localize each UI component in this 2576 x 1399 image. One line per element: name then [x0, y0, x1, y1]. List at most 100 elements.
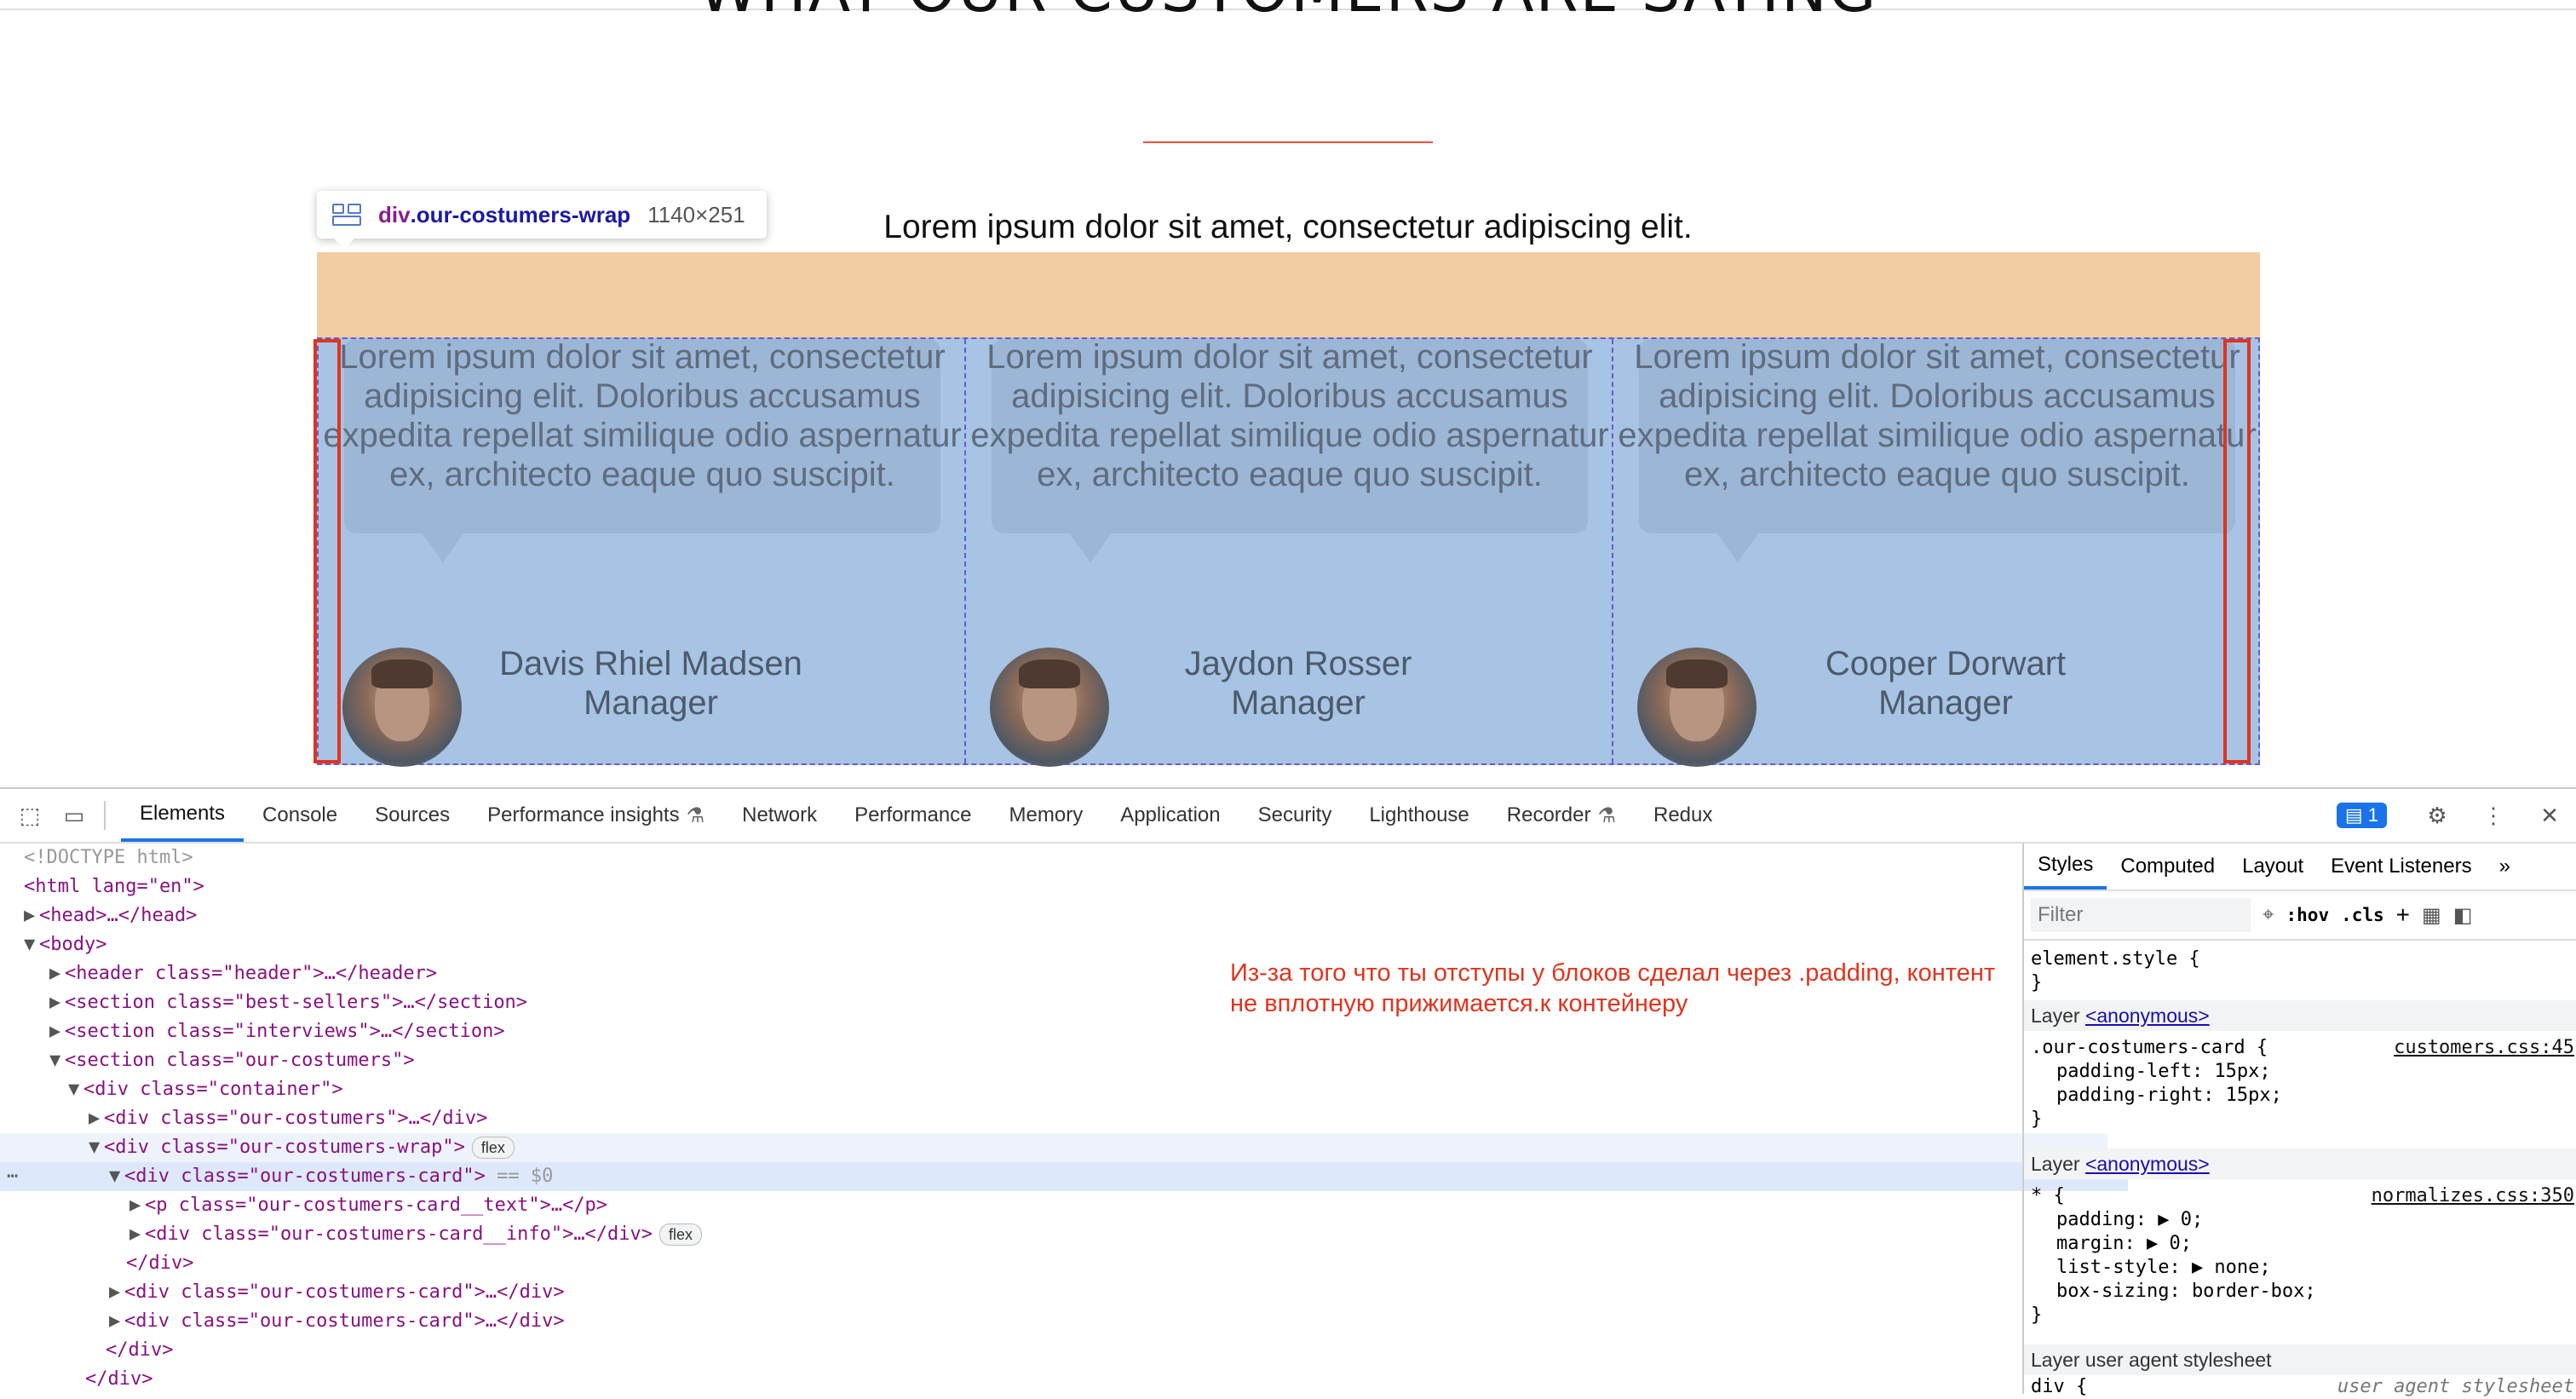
tooltip-tag: div [378, 201, 411, 227]
dom-node[interactable]: ▶ <div class="our-costumers">…</div> [0, 1104, 2107, 1133]
tooltip-size: 1140×251 [647, 201, 745, 227]
ua-layer-label: Layer user agent stylesheet [2024, 1344, 2576, 1375]
cls-button[interactable]: .cls [2341, 905, 2384, 925]
inspect-element-icon[interactable]: ⬚ [15, 801, 44, 830]
dom-node[interactable]: ▼ <div class="container"> [0, 1075, 2087, 1104]
element-style-selector[interactable]: element.style { [2024, 947, 2576, 971]
tab-styles[interactable]: Styles [2024, 843, 2107, 889]
layer-anonymous-1: Layer <anonymous> .our-costumers-card {c… [2024, 1000, 2576, 1131]
dom-node[interactable]: <html lang="en"> [0, 872, 2043, 901]
node-actions-icon[interactable]: ⋯ [7, 1162, 18, 1191]
paint-icon[interactable]: ▦ [2422, 903, 2441, 928]
customer-card: Lorem ipsum dolor sit amet, consectetur … [319, 338, 966, 767]
dom-node[interactable]: ▼ <section class="our-costumers"> [0, 1046, 2068, 1075]
customer-role: Manager [1231, 684, 1366, 722]
dom-node-hovered[interactable]: ▼ <div class="our-costumers-wrap"> flex [0, 1133, 2107, 1162]
tab-memory[interactable]: Memory [991, 789, 1102, 842]
tab-security[interactable]: Security [1239, 789, 1351, 842]
tab-computed[interactable]: Computed [2107, 843, 2228, 889]
tab-console[interactable]: Console [244, 789, 356, 842]
customer-role: Manager [1878, 684, 2013, 722]
expand-arrow-icon[interactable]: ▶ [109, 1278, 124, 1307]
dom-node[interactable]: ▼ <body> [0, 930, 2043, 959]
ua-selector[interactable]: div {user agent stylesheet [2024, 1375, 2576, 1399]
tab-event-listeners[interactable]: Event Listeners [2317, 843, 2485, 889]
css-property[interactable]: padding-right: 15px; [2024, 1084, 2576, 1108]
avatar [1637, 648, 1757, 767]
toolbar-separator [104, 801, 106, 830]
expand-arrow-icon[interactable]: ▶ [49, 1017, 65, 1046]
selected-marker: == $0 [497, 1166, 554, 1187]
flask-icon: ⚗ [686, 803, 705, 827]
collapse-arrow-icon[interactable]: ▼ [24, 930, 39, 959]
add-rule-icon[interactable]: + [2396, 901, 2410, 929]
dom-node[interactable]: <!DOCTYPE html> [0, 843, 2043, 872]
tab-performance-insights[interactable]: Performance insights ⚗ [469, 789, 723, 842]
tab-lighthouse[interactable]: Lighthouse [1350, 789, 1487, 842]
collapse-arrow-icon[interactable]: ▼ [68, 1075, 83, 1104]
hov-button[interactable]: :hov [2286, 905, 2330, 925]
more-menu-icon[interactable]: ⋮ [2479, 801, 2508, 830]
dom-node[interactable]: </div> [0, 1365, 2104, 1394]
toggle-renderer-icon[interactable]: ⌖ [2263, 903, 2274, 927]
flask-icon: ⚗ [1597, 803, 1616, 827]
more-tabs-icon[interactable]: » [2486, 843, 2524, 889]
rule1-selector[interactable]: .our-costumers-card {customers.css:45 [2024, 1036, 2576, 1060]
dom-node[interactable]: </div> [0, 1249, 2145, 1278]
tab-elements[interactable]: Elements [121, 789, 244, 842]
anonymous-layer-link[interactable]: <anonymous> [2085, 1153, 2210, 1175]
tab-performance[interactable]: Performance [836, 789, 990, 842]
css-property[interactable]: box-sizing: border-box; [2024, 1280, 2576, 1304]
reviewer-comment: Из-за того что ты отступы у блоков сдела… [1230, 959, 1996, 1017]
collapse-arrow-icon[interactable]: ▼ [49, 1046, 65, 1075]
expand-arrow-icon[interactable]: ▶ [49, 959, 65, 988]
flex-badge[interactable]: flex [471, 1137, 515, 1159]
message-icon: ▤ [2344, 804, 2363, 826]
dom-node[interactable]: </div> [0, 1336, 2125, 1365]
css-property[interactable]: list-style: ▶ none; [2024, 1256, 2576, 1280]
expand-arrow-icon[interactable]: ▶ [24, 901, 39, 930]
css-property[interactable]: margin: ▶ 0; [2024, 1232, 2576, 1256]
css-property[interactable]: padding: ▶ 0; [2024, 1208, 2576, 1232]
toggle-sidebar-icon[interactable]: ◧ [2453, 903, 2473, 928]
dom-node[interactable]: ▶ <div class="our-costumers-card">…</div> [0, 1278, 2128, 1307]
rule2-selector[interactable]: * {normalizes.css:350 [2024, 1184, 2576, 1208]
tab-recorder[interactable]: Recorder ⚗ [1488, 789, 1635, 842]
collapse-arrow-icon[interactable]: ▼ [109, 1162, 124, 1191]
flex-badge[interactable]: flex [659, 1223, 703, 1246]
customer-name-text: Jaydon Rosser [1184, 645, 1412, 682]
expand-arrow-icon[interactable]: ▶ [129, 1220, 145, 1249]
expand-arrow-icon[interactable]: ▶ [49, 988, 65, 1017]
tab-network[interactable]: Network [723, 789, 836, 842]
issues-badge[interactable]: ▤ 1 [2336, 803, 2387, 828]
tab-application[interactable]: Application [1101, 789, 1239, 842]
layer-label: Layer <anonymous> [2024, 1000, 2576, 1031]
card-text: Lorem ipsum dolor sit amet, consectetur … [323, 338, 962, 493]
dom-node[interactable]: ▶ <head>…</head> [0, 901, 2043, 930]
expand-arrow-icon[interactable]: ▶ [129, 1191, 145, 1220]
dom-node[interactable]: ▶ <section class="interviews">…</section> [0, 1017, 2068, 1046]
device-toolbar-icon[interactable]: ▭ [60, 801, 89, 830]
dom-node[interactable]: ▶ <p class="our-costumers-card__text">…</… [0, 1191, 2148, 1220]
rule1-source-link[interactable]: customers.css:45 [2394, 1036, 2574, 1060]
anonymous-layer-link[interactable]: <anonymous> [2085, 1005, 2210, 1027]
tab-layout[interactable]: Layout [2228, 843, 2317, 889]
dom-node-selected[interactable]: ⋯ ▼ <div class="our-costumers-card"> == $0 [0, 1162, 2128, 1191]
collapse-arrow-icon[interactable]: ▼ [89, 1133, 104, 1162]
rule-close: } [2031, 1108, 2043, 1130]
customer-role: Manager [584, 684, 718, 722]
tab-redux[interactable]: Redux [1635, 789, 1731, 842]
rule2-source-link[interactable]: normalizes.css:350 [2372, 1184, 2574, 1208]
tab-sources[interactable]: Sources [356, 789, 469, 842]
close-icon[interactable]: ✕ [2535, 801, 2564, 830]
styles-filter-input[interactable]: Filter [2031, 898, 2251, 932]
gear-icon[interactable]: ⚙ [2423, 801, 2452, 830]
card-text: Lorem ipsum dolor sit amet, consectetur … [1618, 338, 2257, 493]
customer-card: Lorem ipsum dolor sit amet, consectetur … [966, 338, 1613, 767]
dom-node[interactable]: ▶ <div class="our-costumers-card">…</div> [0, 1307, 2128, 1336]
expand-arrow-icon[interactable]: ▶ [89, 1104, 104, 1133]
dom-node[interactable]: ▶ <div class="our-costumers-card__info">…… [0, 1220, 2148, 1249]
expand-arrow-icon[interactable]: ▶ [109, 1307, 124, 1336]
css-property[interactable]: padding-left: 15px; [2024, 1060, 2576, 1084]
our-costumers-wrap-highlight: Lorem ipsum dolor sit amet, consectetur … [317, 337, 2260, 767]
